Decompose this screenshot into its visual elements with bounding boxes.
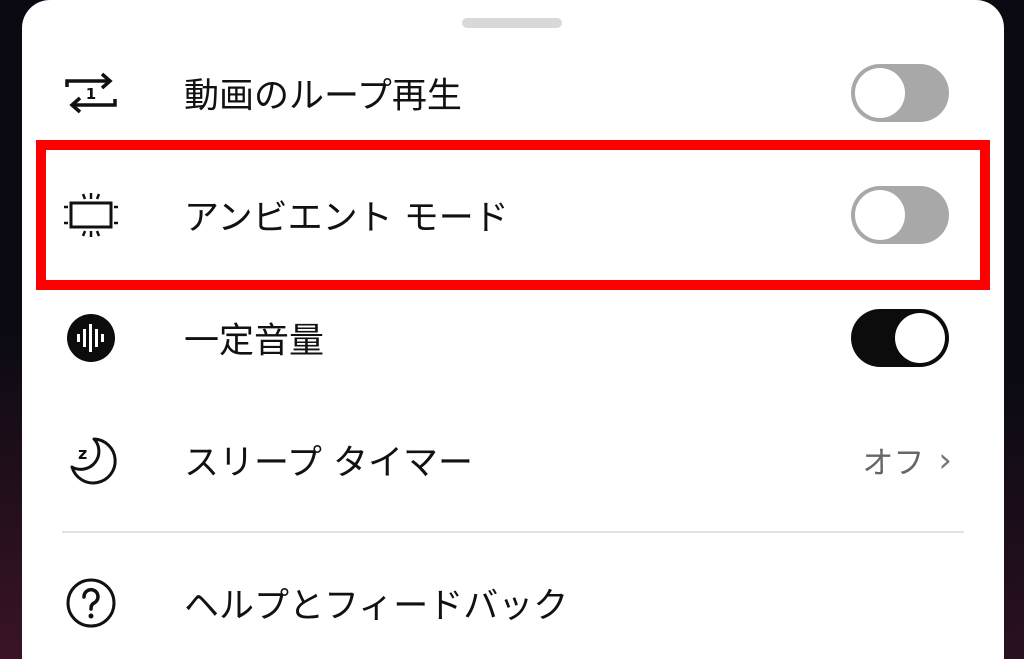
chevron-right-icon: › [938,440,952,480]
svg-text:z: z [78,444,87,463]
ambient-mode-row[interactable]: アンビエント モード [22,160,1004,270]
divider [62,531,964,533]
repeat-one-icon: 1 [58,60,124,126]
sleep-timer-icon: z [58,427,124,493]
toggle-knob [895,313,945,363]
svg-text:1: 1 [86,85,96,103]
help-icon [58,570,124,636]
stable-volume-icon [58,305,124,371]
loop-video-row[interactable]: 1 動画のループ再生 [22,38,1004,148]
stable-volume-label: 一定音量 [184,321,325,362]
ambient-mode-label: アンビエント モード [184,198,509,239]
sleep-timer-row[interactable]: z スリープ タイマー オフ › [22,405,1004,515]
help-feedback-label: ヘルプとフィードバック [184,586,569,627]
stable-volume-toggle[interactable] [851,309,949,367]
loop-video-label: 動画のループ再生 [184,76,462,117]
ambient-mode-icon [58,182,124,248]
settings-sheet: 1 動画のループ再生 アンビエント モード 一定音量 z スリープ タイマー オ… [22,0,1004,659]
drag-handle[interactable] [462,18,562,28]
toggle-knob [855,68,905,118]
sleep-timer-value: オフ [862,445,925,482]
ambient-mode-toggle[interactable] [851,186,949,244]
sleep-timer-label: スリープ タイマー [184,443,474,484]
stable-volume-row[interactable]: 一定音量 [22,283,1004,393]
loop-video-toggle[interactable] [851,64,949,122]
sleep-timer-value-group[interactable]: オフ › [862,438,952,483]
toggle-knob [855,190,905,240]
help-feedback-row[interactable]: ヘルプとフィードバック [22,548,1004,658]
